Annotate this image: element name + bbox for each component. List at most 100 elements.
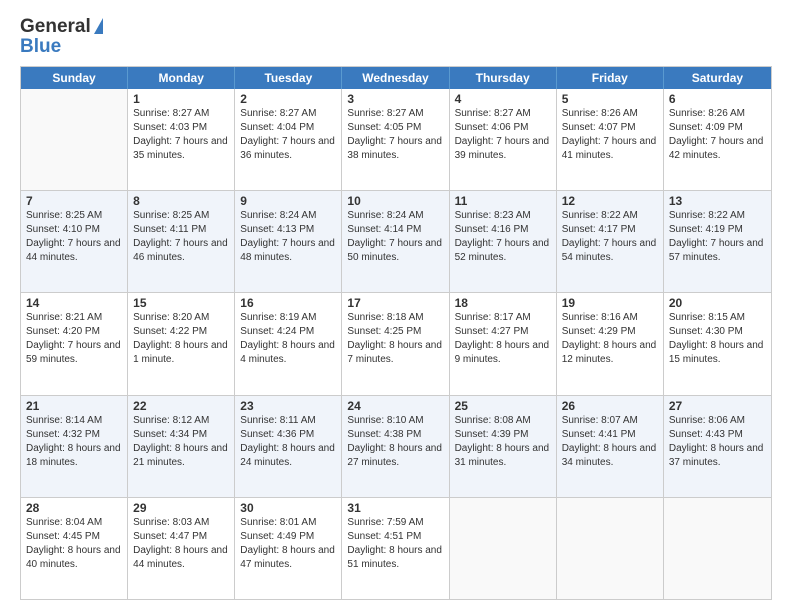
cell-sun-info: Sunrise: 8:12 AMSunset: 4:34 PMDaylight:… bbox=[133, 414, 229, 470]
day-number: 7 bbox=[26, 194, 122, 208]
day-cell-5: 5Sunrise: 8:26 AMSunset: 4:07 PMDaylight… bbox=[557, 89, 664, 190]
day-cell-30: 30Sunrise: 8:01 AMSunset: 4:49 PMDayligh… bbox=[235, 498, 342, 599]
cell-sun-info: Sunrise: 8:21 AMSunset: 4:20 PMDaylight:… bbox=[26, 311, 122, 367]
cell-sun-info: Sunrise: 8:07 AMSunset: 4:41 PMDaylight:… bbox=[562, 414, 658, 470]
cell-sun-info: Sunrise: 8:27 AMSunset: 4:05 PMDaylight:… bbox=[347, 107, 443, 163]
cell-sun-info: Sunrise: 8:25 AMSunset: 4:11 PMDaylight:… bbox=[133, 209, 229, 265]
day-cell-8: 8Sunrise: 8:25 AMSunset: 4:11 PMDaylight… bbox=[128, 191, 235, 292]
day-number: 3 bbox=[347, 92, 443, 106]
day-number: 21 bbox=[26, 399, 122, 413]
day-number: 4 bbox=[455, 92, 551, 106]
day-cell-6: 6Sunrise: 8:26 AMSunset: 4:09 PMDaylight… bbox=[664, 89, 771, 190]
cell-sun-info: Sunrise: 8:04 AMSunset: 4:45 PMDaylight:… bbox=[26, 516, 122, 572]
calendar-body: 1Sunrise: 8:27 AMSunset: 4:03 PMDaylight… bbox=[21, 89, 771, 599]
cell-sun-info: Sunrise: 8:27 AMSunset: 4:03 PMDaylight:… bbox=[133, 107, 229, 163]
cell-sun-info: Sunrise: 8:08 AMSunset: 4:39 PMDaylight:… bbox=[455, 414, 551, 470]
cell-sun-info: Sunrise: 8:14 AMSunset: 4:32 PMDaylight:… bbox=[26, 414, 122, 470]
cell-sun-info: Sunrise: 8:11 AMSunset: 4:36 PMDaylight:… bbox=[240, 414, 336, 470]
empty-cell bbox=[557, 498, 664, 599]
calendar: SundayMondayTuesdayWednesdayThursdayFrid… bbox=[20, 66, 772, 600]
cell-sun-info: Sunrise: 8:16 AMSunset: 4:29 PMDaylight:… bbox=[562, 311, 658, 367]
header-cell-wednesday: Wednesday bbox=[342, 67, 449, 89]
header-cell-thursday: Thursday bbox=[450, 67, 557, 89]
day-number: 23 bbox=[240, 399, 336, 413]
day-number: 10 bbox=[347, 194, 443, 208]
day-number: 11 bbox=[455, 194, 551, 208]
cell-sun-info: Sunrise: 8:22 AMSunset: 4:17 PMDaylight:… bbox=[562, 209, 658, 265]
day-number: 30 bbox=[240, 501, 336, 515]
week-row: 28Sunrise: 8:04 AMSunset: 4:45 PMDayligh… bbox=[21, 497, 771, 599]
day-number: 18 bbox=[455, 296, 551, 310]
logo: General Blue bbox=[20, 16, 103, 58]
cell-sun-info: Sunrise: 8:22 AMSunset: 4:19 PMDaylight:… bbox=[669, 209, 766, 265]
cell-sun-info: Sunrise: 8:06 AMSunset: 4:43 PMDaylight:… bbox=[669, 414, 766, 470]
day-cell-26: 26Sunrise: 8:07 AMSunset: 4:41 PMDayligh… bbox=[557, 396, 664, 497]
header: General Blue bbox=[20, 16, 772, 58]
day-number: 14 bbox=[26, 296, 122, 310]
cell-sun-info: Sunrise: 8:27 AMSunset: 4:04 PMDaylight:… bbox=[240, 107, 336, 163]
cell-sun-info: Sunrise: 8:23 AMSunset: 4:16 PMDaylight:… bbox=[455, 209, 551, 265]
day-cell-15: 15Sunrise: 8:20 AMSunset: 4:22 PMDayligh… bbox=[128, 293, 235, 394]
day-cell-3: 3Sunrise: 8:27 AMSunset: 4:05 PMDaylight… bbox=[342, 89, 449, 190]
day-cell-23: 23Sunrise: 8:11 AMSunset: 4:36 PMDayligh… bbox=[235, 396, 342, 497]
day-number: 31 bbox=[347, 501, 443, 515]
cell-sun-info: Sunrise: 8:27 AMSunset: 4:06 PMDaylight:… bbox=[455, 107, 551, 163]
day-cell-12: 12Sunrise: 8:22 AMSunset: 4:17 PMDayligh… bbox=[557, 191, 664, 292]
header-cell-monday: Monday bbox=[128, 67, 235, 89]
logo-blue: Blue bbox=[20, 36, 61, 58]
cell-sun-info: Sunrise: 8:25 AMSunset: 4:10 PMDaylight:… bbox=[26, 209, 122, 265]
header-cell-tuesday: Tuesday bbox=[235, 67, 342, 89]
day-number: 22 bbox=[133, 399, 229, 413]
day-cell-13: 13Sunrise: 8:22 AMSunset: 4:19 PMDayligh… bbox=[664, 191, 771, 292]
cell-sun-info: Sunrise: 7:59 AMSunset: 4:51 PMDaylight:… bbox=[347, 516, 443, 572]
cell-sun-info: Sunrise: 8:10 AMSunset: 4:38 PMDaylight:… bbox=[347, 414, 443, 470]
day-cell-18: 18Sunrise: 8:17 AMSunset: 4:27 PMDayligh… bbox=[450, 293, 557, 394]
cell-sun-info: Sunrise: 8:01 AMSunset: 4:49 PMDaylight:… bbox=[240, 516, 336, 572]
day-number: 19 bbox=[562, 296, 658, 310]
day-number: 5 bbox=[562, 92, 658, 106]
day-cell-1: 1Sunrise: 8:27 AMSunset: 4:03 PMDaylight… bbox=[128, 89, 235, 190]
cell-sun-info: Sunrise: 8:03 AMSunset: 4:47 PMDaylight:… bbox=[133, 516, 229, 572]
day-number: 28 bbox=[26, 501, 122, 515]
day-number: 29 bbox=[133, 501, 229, 515]
cell-sun-info: Sunrise: 8:26 AMSunset: 4:09 PMDaylight:… bbox=[669, 107, 766, 163]
day-number: 26 bbox=[562, 399, 658, 413]
cell-sun-info: Sunrise: 8:24 AMSunset: 4:13 PMDaylight:… bbox=[240, 209, 336, 265]
day-cell-21: 21Sunrise: 8:14 AMSunset: 4:32 PMDayligh… bbox=[21, 396, 128, 497]
empty-cell bbox=[21, 89, 128, 190]
day-cell-4: 4Sunrise: 8:27 AMSunset: 4:06 PMDaylight… bbox=[450, 89, 557, 190]
cell-sun-info: Sunrise: 8:20 AMSunset: 4:22 PMDaylight:… bbox=[133, 311, 229, 367]
day-number: 2 bbox=[240, 92, 336, 106]
cell-sun-info: Sunrise: 8:15 AMSunset: 4:30 PMDaylight:… bbox=[669, 311, 766, 367]
day-number: 17 bbox=[347, 296, 443, 310]
day-cell-28: 28Sunrise: 8:04 AMSunset: 4:45 PMDayligh… bbox=[21, 498, 128, 599]
day-cell-20: 20Sunrise: 8:15 AMSunset: 4:30 PMDayligh… bbox=[664, 293, 771, 394]
day-cell-19: 19Sunrise: 8:16 AMSunset: 4:29 PMDayligh… bbox=[557, 293, 664, 394]
day-cell-11: 11Sunrise: 8:23 AMSunset: 4:16 PMDayligh… bbox=[450, 191, 557, 292]
day-number: 15 bbox=[133, 296, 229, 310]
day-number: 20 bbox=[669, 296, 766, 310]
page: General Blue SundayMondayTuesdayWednesda… bbox=[0, 0, 792, 612]
day-number: 16 bbox=[240, 296, 336, 310]
empty-cell bbox=[664, 498, 771, 599]
day-number: 25 bbox=[455, 399, 551, 413]
header-cell-sunday: Sunday bbox=[21, 67, 128, 89]
day-cell-31: 31Sunrise: 7:59 AMSunset: 4:51 PMDayligh… bbox=[342, 498, 449, 599]
logo-triangle-icon bbox=[94, 18, 103, 34]
day-cell-10: 10Sunrise: 8:24 AMSunset: 4:14 PMDayligh… bbox=[342, 191, 449, 292]
day-number: 1 bbox=[133, 92, 229, 106]
week-row: 21Sunrise: 8:14 AMSunset: 4:32 PMDayligh… bbox=[21, 395, 771, 497]
day-cell-27: 27Sunrise: 8:06 AMSunset: 4:43 PMDayligh… bbox=[664, 396, 771, 497]
day-cell-22: 22Sunrise: 8:12 AMSunset: 4:34 PMDayligh… bbox=[128, 396, 235, 497]
day-cell-29: 29Sunrise: 8:03 AMSunset: 4:47 PMDayligh… bbox=[128, 498, 235, 599]
day-number: 24 bbox=[347, 399, 443, 413]
day-cell-9: 9Sunrise: 8:24 AMSunset: 4:13 PMDaylight… bbox=[235, 191, 342, 292]
day-number: 9 bbox=[240, 194, 336, 208]
header-cell-saturday: Saturday bbox=[664, 67, 771, 89]
day-cell-24: 24Sunrise: 8:10 AMSunset: 4:38 PMDayligh… bbox=[342, 396, 449, 497]
day-cell-16: 16Sunrise: 8:19 AMSunset: 4:24 PMDayligh… bbox=[235, 293, 342, 394]
day-number: 27 bbox=[669, 399, 766, 413]
day-cell-7: 7Sunrise: 8:25 AMSunset: 4:10 PMDaylight… bbox=[21, 191, 128, 292]
day-number: 6 bbox=[669, 92, 766, 106]
logo-general: General bbox=[20, 16, 91, 38]
